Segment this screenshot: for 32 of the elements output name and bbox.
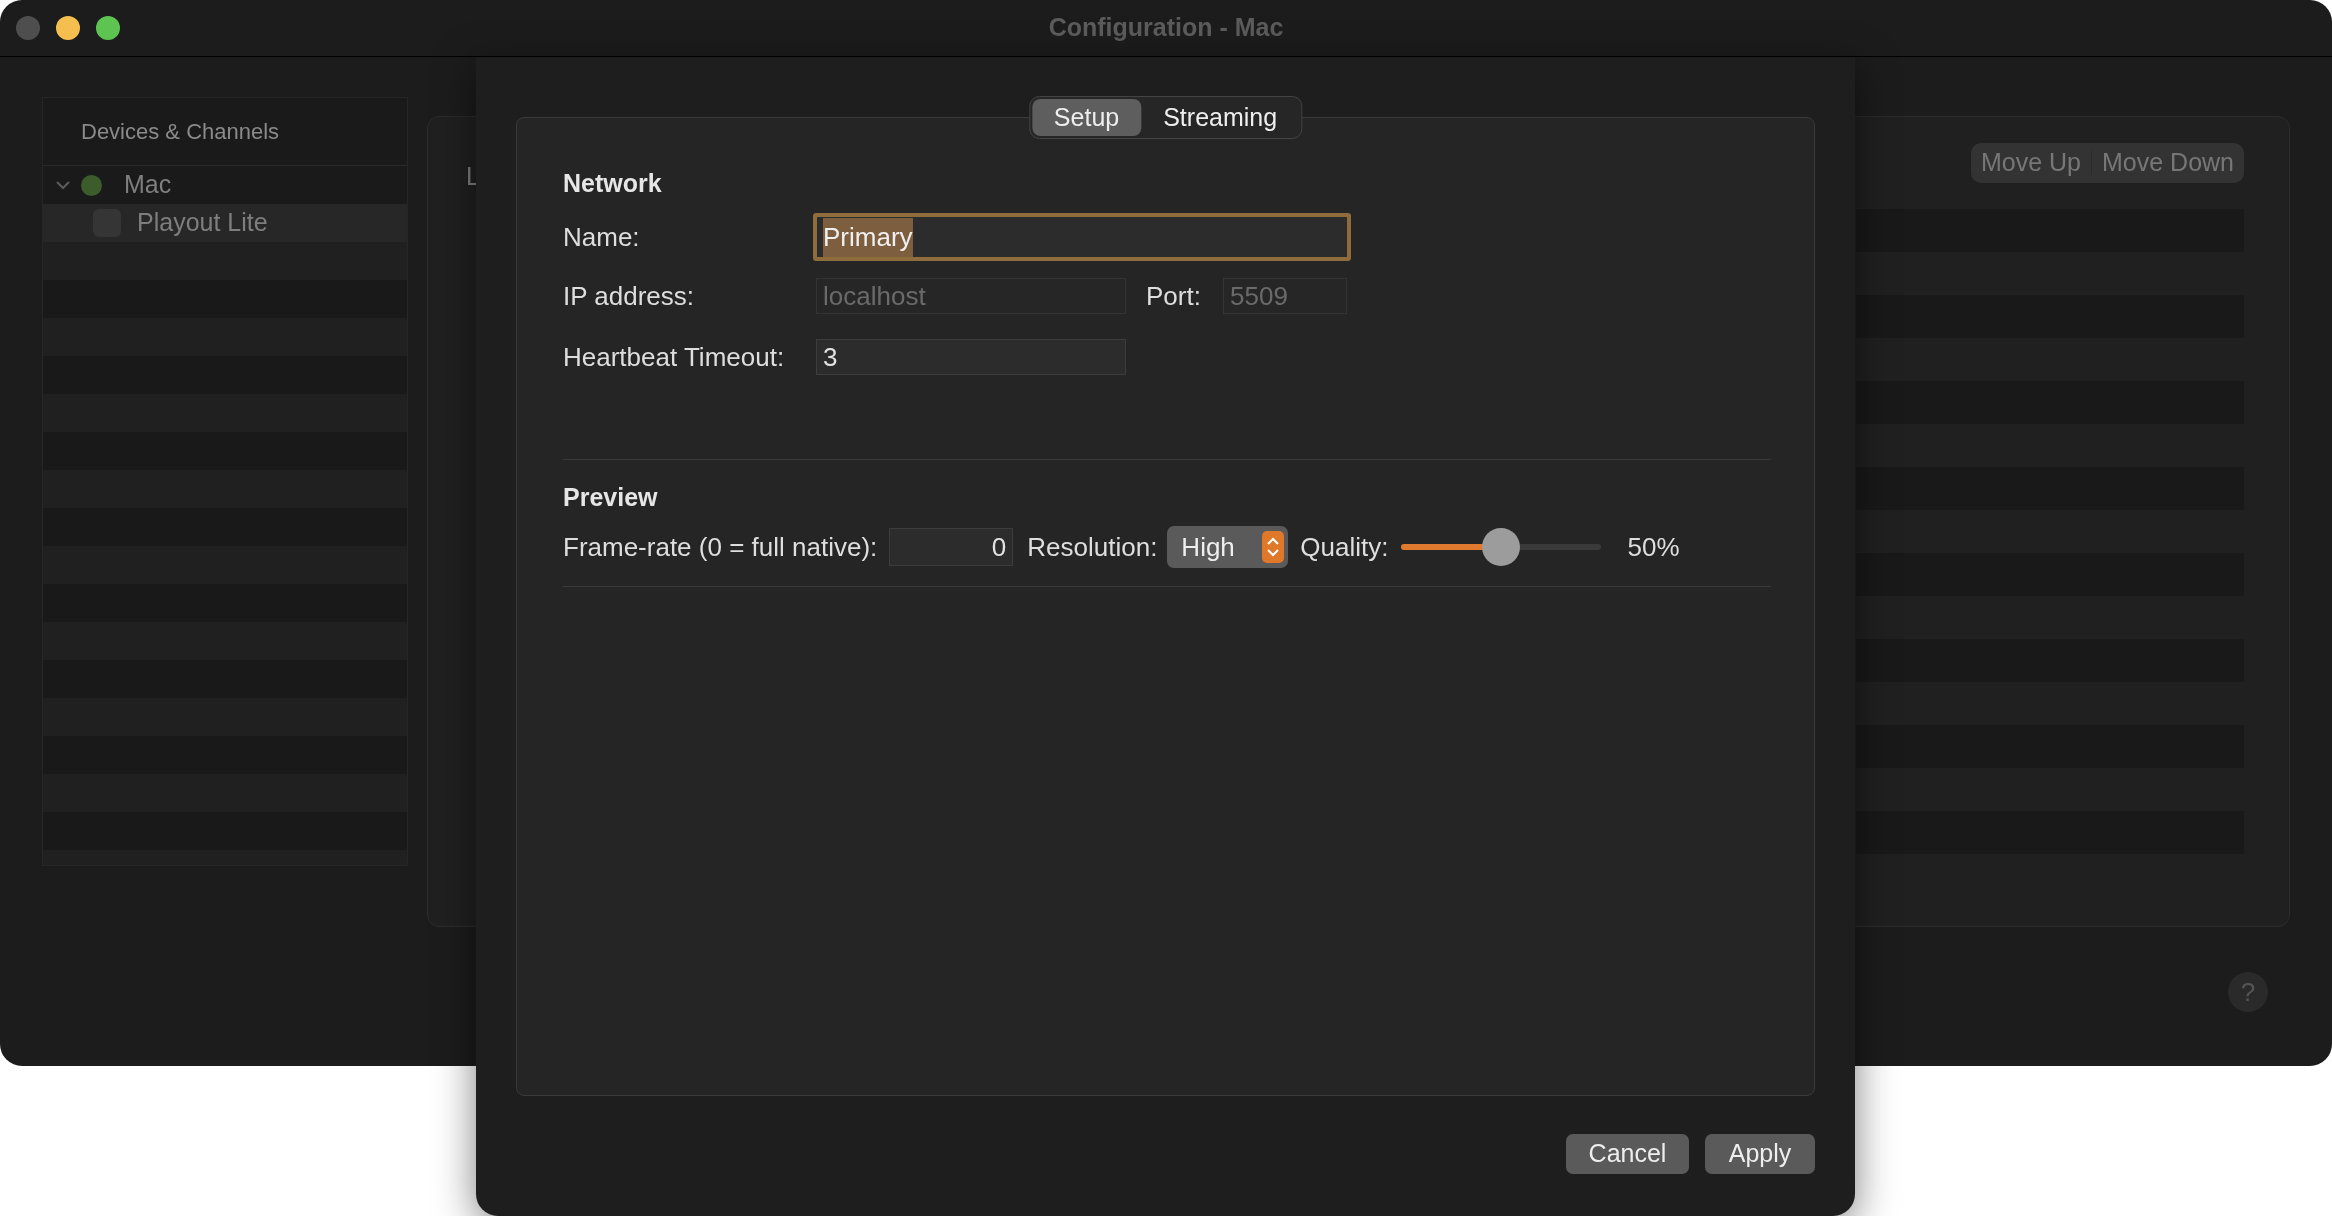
tree-row[interactable]: Playout Lite: [43, 204, 407, 242]
apply-button[interactable]: Apply: [1705, 1134, 1815, 1174]
move-down-button[interactable]: Move Down: [2102, 144, 2234, 182]
section-title: Network: [563, 168, 663, 198]
field-label: Port:: [1146, 279, 1202, 313]
minimize-button[interactable]: [56, 16, 80, 40]
move-up-button[interactable]: Move Up: [1980, 144, 2081, 182]
window-title: Configuration - Mac: [1048, 12, 1284, 44]
tree-row[interactable]: Mac: [43, 166, 407, 204]
sidebar-header: Devices & Channels: [81, 118, 280, 146]
field-label: IP address:: [563, 279, 696, 313]
field-label: Resolution:: [1027, 530, 1158, 564]
quality-slider[interactable]: [1400, 528, 1601, 566]
section-title: Preview: [563, 482, 659, 512]
resolution-popup[interactable]: High: [1167, 526, 1289, 568]
tab[interactable]: Setup: [1031, 99, 1142, 136]
cancel-button[interactable]: Cancel: [1566, 1134, 1689, 1174]
tab[interactable]: Streaming: [1141, 99, 1300, 136]
text-field[interactable]: 0: [889, 528, 1014, 566]
text-field[interactable]: 3: [816, 339, 1126, 375]
tree-item-label: Mac: [124, 169, 172, 201]
quality-reading: 50%: [1627, 530, 1680, 564]
field-label: Quality:: [1300, 530, 1389, 564]
field-label: Heartbeat Timeout:: [563, 340, 786, 374]
field-label: Frame-rate (0 = full native):: [563, 530, 878, 564]
zoom-button[interactable]: [96, 16, 120, 40]
name-field[interactable]: Primary: [813, 213, 1351, 261]
slider-thumb[interactable]: [1481, 528, 1520, 566]
stepper-icon: [1262, 531, 1285, 563]
field-label: Name:: [563, 220, 641, 254]
chevron-icon[interactable]: [55, 179, 71, 191]
tree-item-label: Playout Lite: [137, 207, 268, 239]
